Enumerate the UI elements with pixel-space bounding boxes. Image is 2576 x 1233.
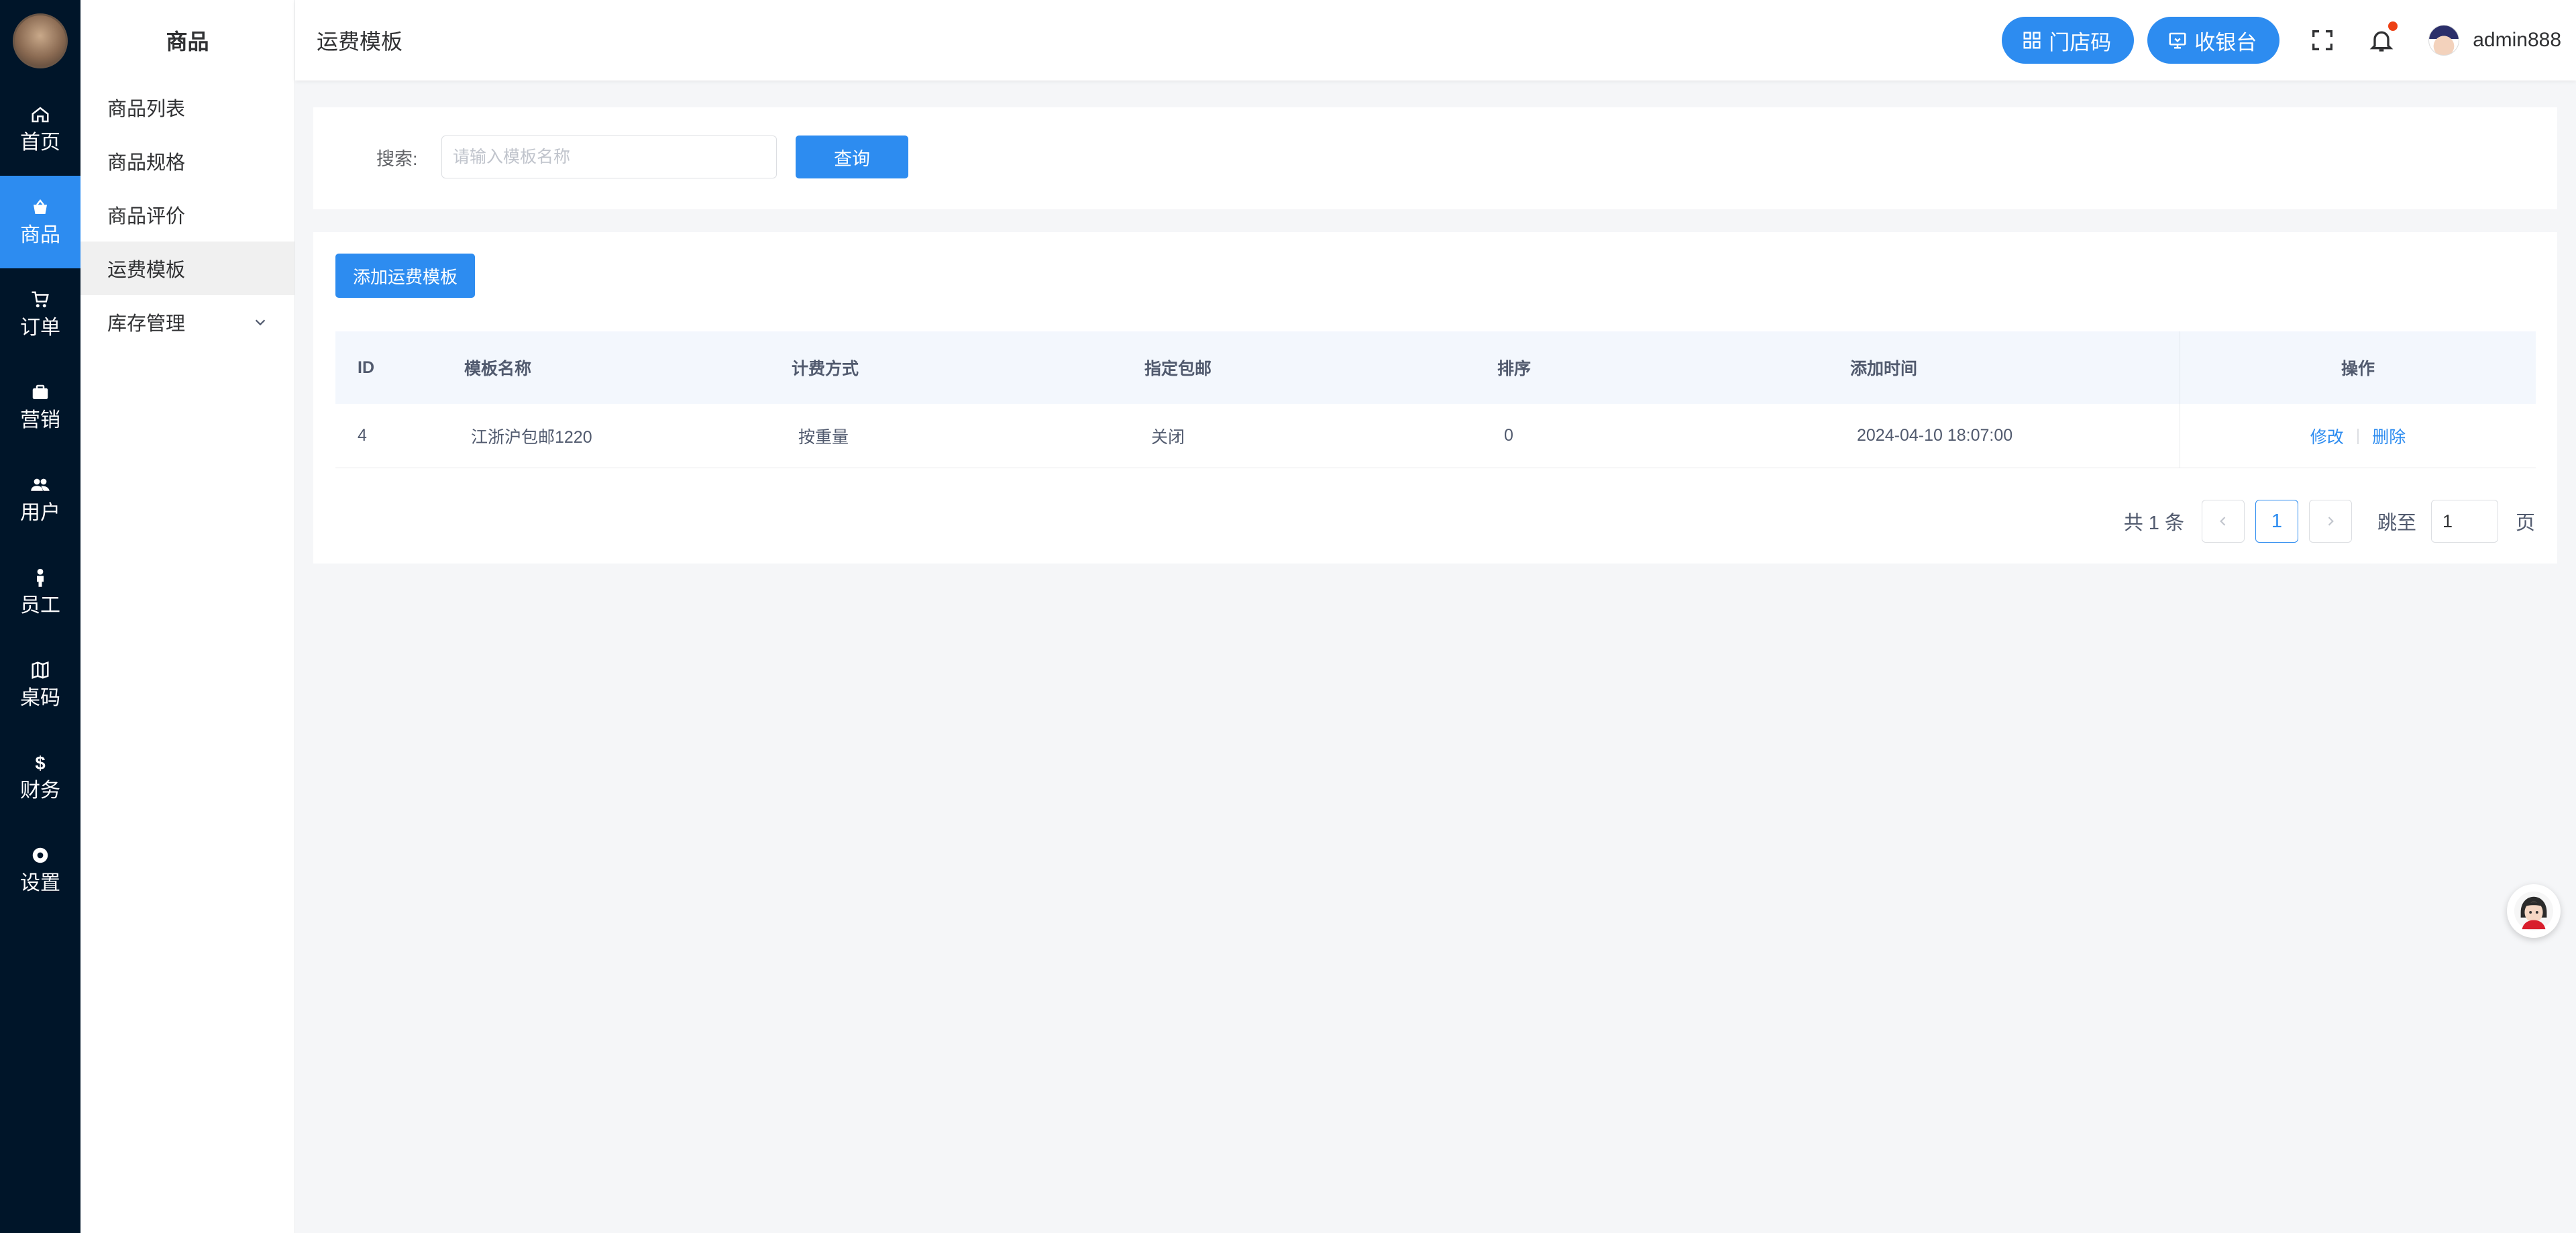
cell-actions: 修改 | 删除	[2180, 404, 2536, 468]
page-suffix: 页	[2515, 513, 2535, 534]
username[interactable]: admin888	[2473, 29, 2561, 52]
cell-name: 江浙沪包邮1220	[471, 427, 592, 447]
rail-item-label: 财务	[20, 780, 60, 802]
person-icon	[37, 568, 44, 587]
rail-item-label: 员工	[20, 594, 60, 616]
monitor-icon	[2169, 32, 2186, 49]
action-divider: |	[2355, 426, 2361, 445]
rail-item-label: 首页	[20, 131, 60, 154]
rail-item-home[interactable]: 首页	[0, 83, 80, 176]
map-icon	[32, 661, 49, 679]
cell-billing: 按重量	[798, 427, 849, 447]
jump-label: 跳至	[2377, 513, 2416, 534]
sub-nav: 商品 商品列表 商品规格 商品评价 运费模板 库存管理	[80, 0, 295, 1233]
sub-nav-item-inventory[interactable]: 库存管理	[80, 295, 294, 349]
rail-item-marketing[interactable]: 营销	[0, 361, 80, 453]
col-header-name: 模板名称	[464, 360, 532, 378]
users-icon	[31, 478, 50, 491]
cell-free-shipping: 关闭	[1151, 427, 1185, 447]
notification-bell[interactable]	[2368, 21, 2398, 54]
rail-item-staff[interactable]: 员工	[0, 546, 80, 639]
query-button[interactable]: 查询	[796, 136, 908, 178]
cart-icon	[32, 291, 49, 308]
cashier-label: 收银台	[2194, 30, 2257, 54]
table-row: 4 江浙沪包邮1220 按重量 关闭 0 2024-04-10 18:07:00…	[335, 404, 2536, 468]
cell-added-time: 2024-04-10 18:07:00	[1857, 426, 2013, 445]
chevron-down-icon	[255, 319, 266, 326]
sub-nav-item-product-reviews[interactable]: 商品评价	[80, 188, 294, 242]
breadcrumb: 运费模板	[317, 30, 403, 54]
cashier-button[interactable]: 收银台	[2147, 17, 2280, 64]
bag-icon	[34, 199, 47, 214]
sub-nav-item-product-specs[interactable]: 商品规格	[80, 134, 294, 188]
customer-service-avatar[interactable]	[2507, 884, 2561, 938]
cell-sort: 0	[1504, 426, 1513, 445]
briefcase-icon	[32, 384, 48, 399]
col-header-actions-cell: 操作	[2180, 331, 2536, 404]
col-header-added-time: 添加时间	[1850, 360, 1918, 378]
dollar-icon: $	[35, 753, 45, 773]
rail-item-label: 商品	[20, 224, 60, 246]
col-header-id: ID	[358, 358, 374, 377]
avatar[interactable]	[2428, 25, 2460, 56]
sub-nav-title: 商品	[166, 30, 209, 54]
rail-item-finance[interactable]: $ 财务	[0, 731, 80, 824]
main-nav-rail: 首页 商品 订单 营销 用户 员工 桌码 $ 财务 设置	[0, 0, 80, 1233]
edit-link[interactable]: 修改	[2310, 424, 2344, 448]
sub-nav-item-label: 商品评价	[107, 206, 186, 227]
store-code-button[interactable]: 门店码	[2002, 17, 2135, 64]
pagination: 共 1 条 1 跳至 页	[2124, 499, 2535, 543]
next-page-button[interactable]	[2308, 500, 2352, 543]
template-name-search-input[interactable]	[441, 136, 777, 178]
fullscreen-icon[interactable]	[2309, 27, 2336, 54]
rail-item-goods[interactable]: 商品	[0, 176, 80, 268]
header-actions: 门店码 收银台 admin888	[2002, 0, 2561, 81]
page-number-button[interactable]: 1	[2255, 500, 2298, 543]
svg-text:$: $	[35, 753, 45, 773]
home-icon	[32, 107, 49, 123]
prev-page-button[interactable]	[2201, 500, 2245, 543]
rail-item-table-code[interactable]: 桌码	[0, 639, 80, 731]
store-logo[interactable]	[13, 13, 68, 68]
rail-item-label: 用户	[20, 502, 60, 524]
search-label: 搜索:	[376, 149, 418, 169]
sub-nav-item-product-list[interactable]: 商品列表	[80, 81, 294, 134]
sub-nav-item-label: 商品列表	[107, 99, 186, 120]
rail-item-label: 桌码	[20, 687, 60, 709]
col-header-sort: 排序	[1497, 360, 1532, 378]
bell-icon	[2369, 31, 2394, 52]
rail-item-label: 营销	[20, 409, 60, 431]
delete-link[interactable]: 删除	[2372, 424, 2406, 448]
cell-id: 4	[358, 426, 367, 445]
qr-grid-icon	[2023, 32, 2041, 49]
table-header: ID 模板名称 计费方式 指定包邮 排序 添加时间 操作	[335, 331, 2536, 404]
chevron-left-icon	[2220, 517, 2226, 526]
chevron-right-icon	[2328, 517, 2334, 526]
store-code-label: 门店码	[2049, 30, 2112, 54]
support-agent-icon	[2514, 891, 2554, 931]
col-header-actions: 操作	[2341, 360, 2375, 378]
col-header-billing: 计费方式	[792, 360, 859, 378]
rail-item-settings[interactable]: 设置	[0, 824, 80, 916]
shipping-template-table: ID 模板名称 计费方式 指定包邮 排序 添加时间 操作 4 江浙沪包邮1220…	[335, 331, 2536, 468]
sub-nav-item-label: 库存管理	[107, 313, 186, 335]
sub-nav-item-shipping-template[interactable]: 运费模板	[80, 242, 294, 295]
sub-nav-item-label: 运费模板	[107, 260, 186, 281]
template-table-panel: 添加运费模板 ID 模板名称 计费方式 指定包邮 排序 添加时间 操作 4 江浙…	[313, 232, 2557, 564]
notification-dot	[2388, 21, 2398, 31]
add-shipping-template-button[interactable]: 添加运费模板	[335, 254, 475, 298]
search-panel: 搜索: 查询	[313, 107, 2557, 209]
top-header: 运费模板 门店码 收银台 admin888	[295, 0, 2576, 81]
gear-icon	[32, 847, 48, 863]
pagination-total: 共 1 条	[2123, 513, 2184, 534]
sub-nav-item-label: 商品规格	[107, 152, 186, 174]
rail-item-users[interactable]: 用户	[0, 453, 80, 546]
rail-item-orders[interactable]: 订单	[0, 268, 80, 361]
jump-page-input[interactable]	[2430, 500, 2498, 543]
col-header-free-shipping: 指定包邮	[1144, 360, 1212, 378]
rail-item-label: 订单	[20, 317, 60, 339]
rail-item-label: 设置	[20, 872, 60, 894]
